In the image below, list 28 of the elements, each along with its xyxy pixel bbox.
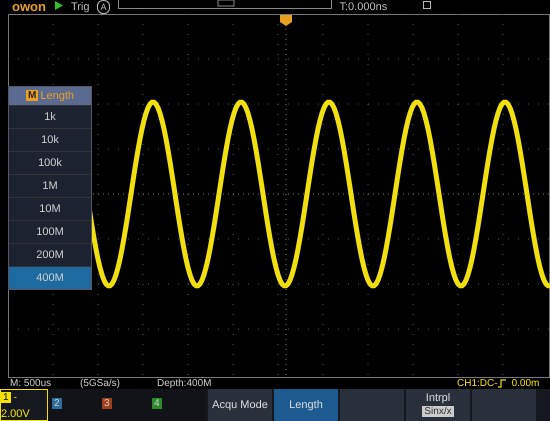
play-icon xyxy=(54,0,63,10)
brand-logo: owon xyxy=(12,0,46,14)
channel-scale: 2.00V xyxy=(1,408,31,420)
softkey-value: Sinx/x xyxy=(422,406,454,418)
menu-title: Length xyxy=(40,90,74,102)
trigger-status: Trig xyxy=(70,0,90,13)
memory-depth: Depth:400M xyxy=(157,378,212,389)
square-icon xyxy=(423,1,432,10)
channel-badge[interactable]: 3 xyxy=(102,398,112,409)
trigger-level: 0.00m xyxy=(512,378,540,389)
softkey-label: Intrpl xyxy=(426,392,450,404)
channel-badge: 1 xyxy=(1,392,11,403)
channel-coupling: - xyxy=(14,392,17,403)
trigger-mode: A xyxy=(97,0,110,14)
timebase: M: 500us xyxy=(10,378,52,389)
menu-item[interactable]: 400M xyxy=(9,266,91,289)
softkey-button[interactable]: Length xyxy=(274,388,338,421)
time-offset: T:0.000ns xyxy=(340,0,388,13)
sample-rate: (5GSa/s) xyxy=(80,378,122,389)
trigger-marker-icon xyxy=(280,14,292,26)
softkey-button[interactable]: Intrpl Sinx/x xyxy=(406,388,470,421)
blank-softkey[interactable] xyxy=(340,388,404,421)
rising-edge-icon xyxy=(498,378,506,388)
menu-badge: M xyxy=(26,90,38,102)
channel-panel[interactable]: 1 - 2.00V xyxy=(0,388,48,421)
softkey-button[interactable]: Acqu Mode xyxy=(208,388,272,421)
blank-softkey[interactable] xyxy=(472,388,536,421)
trigger-source: CH1:DC- xyxy=(457,378,498,389)
